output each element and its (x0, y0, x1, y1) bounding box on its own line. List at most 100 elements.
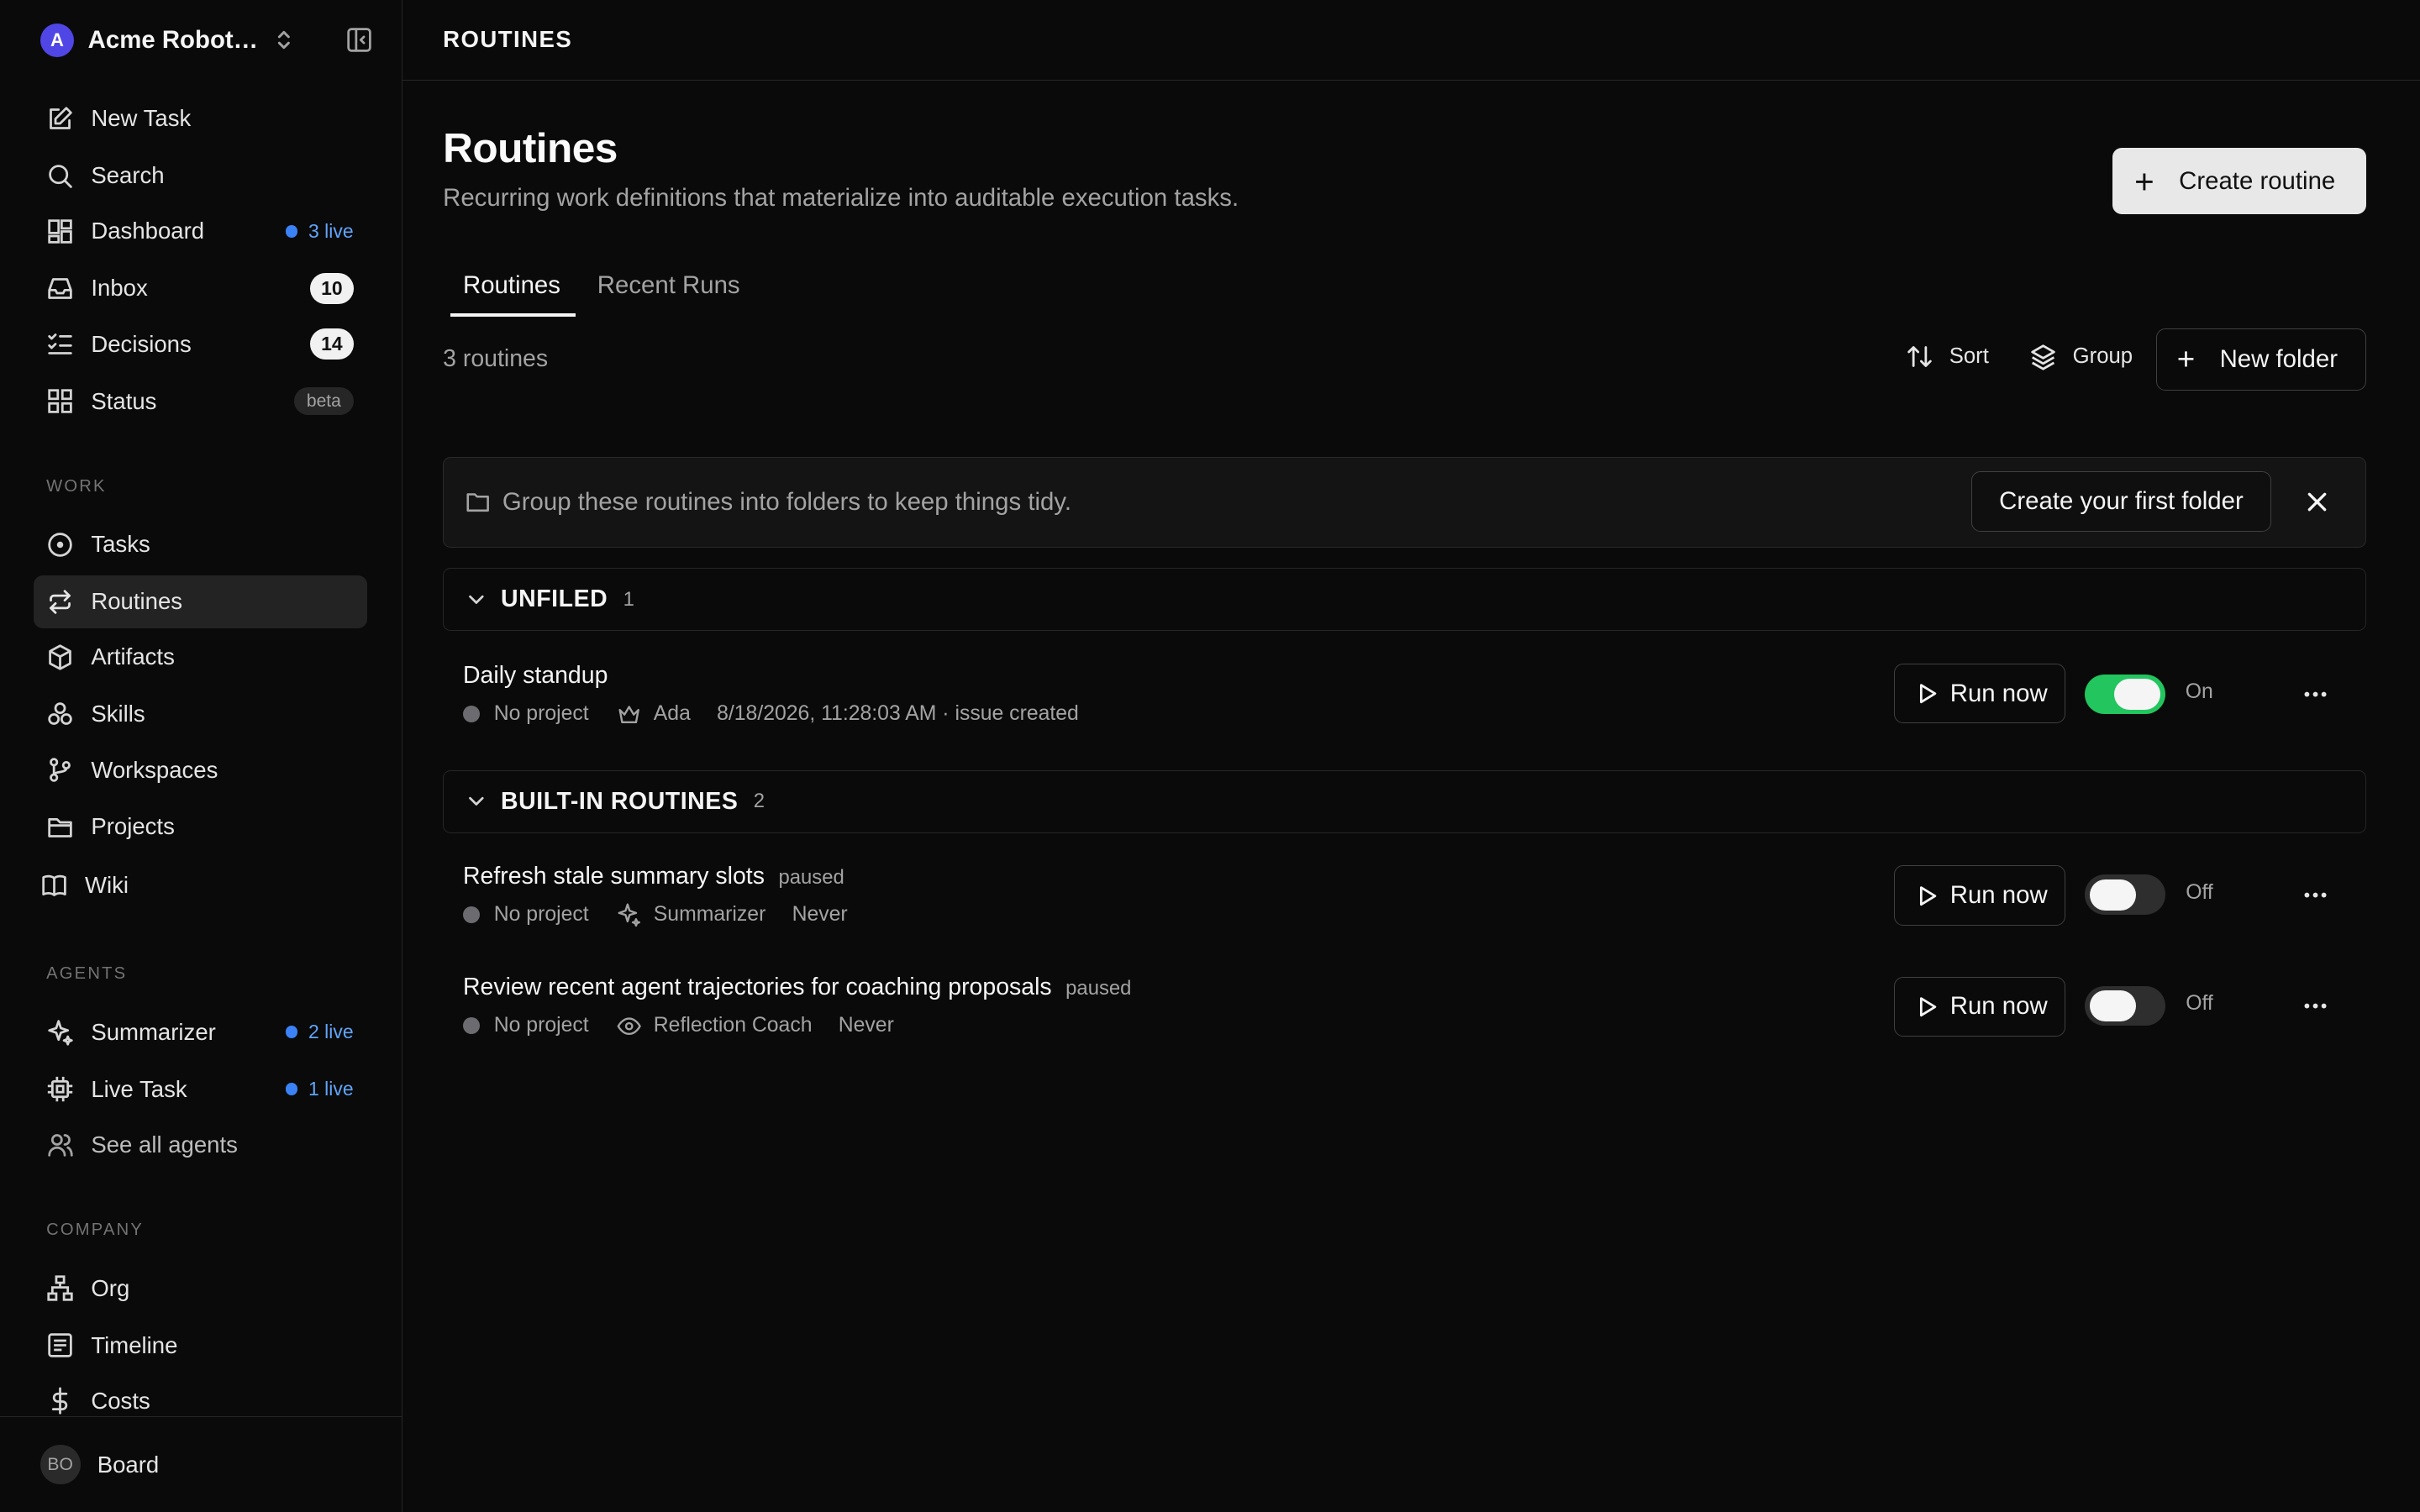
users-icon (48, 1134, 73, 1158)
toggle-knob (2089, 990, 2136, 1021)
crown-icon (618, 706, 639, 723)
run-now-button[interactable]: Run now (1893, 976, 2065, 1037)
sidebar-item-label: Costs (91, 1387, 150, 1414)
project-label: No project (493, 1014, 589, 1037)
enable-toggle[interactable] (2085, 874, 2165, 916)
sidebar-item-workspaces[interactable]: Workspaces (34, 743, 367, 795)
sidebar-item-dashboard[interactable]: Dashboard 3 live (34, 205, 367, 257)
sidebar-item-new-task[interactable]: New Task (34, 92, 367, 144)
sidebar-item-label: Inbox (91, 275, 148, 302)
workspace-switcher[interactable]: A Acme Robotics (39, 22, 374, 59)
project-dot (463, 706, 481, 723)
workspace-name: Acme Robotics (87, 25, 261, 54)
sidebar-item-search[interactable]: Search (34, 150, 367, 202)
sidebar-item-routines[interactable]: Routines (34, 575, 368, 628)
sidebar-item-tasks[interactable]: Tasks (34, 518, 367, 570)
sidebar-item-artifacts[interactable]: Artifacts (34, 631, 367, 683)
run-now-button[interactable]: Run now (1893, 663, 2065, 724)
toggle-knob (2089, 879, 2136, 911)
book-icon (42, 874, 66, 896)
sidebar-item-live-task[interactable]: Live Task 1 live (34, 1063, 367, 1115)
project-dot (463, 1017, 481, 1035)
live-count: 3 live (308, 219, 354, 242)
page-title: Routines (443, 123, 618, 171)
sidebar-item-label: Wiki (84, 872, 129, 899)
create-routine-button[interactable]: + Create routine (2112, 148, 2366, 215)
box-icon (49, 644, 71, 670)
sidebar-item-label: Live Task (91, 1075, 187, 1102)
group-header-unfiled[interactable]: UNFILED 1 (443, 567, 2366, 632)
group-name: UNFILED (501, 585, 608, 613)
sidebar-item-label: Search (91, 162, 165, 189)
breadcrumb: ROUTINES (443, 26, 573, 53)
more-icon[interactable] (2302, 992, 2329, 1020)
sidebar-item-wiki[interactable]: Wiki (28, 859, 361, 911)
avatar: BO (39, 1444, 81, 1485)
timeline-icon (48, 1333, 72, 1357)
sidebar-item-status[interactable]: Status beta (34, 375, 367, 427)
count-badge: 14 (310, 328, 354, 360)
sidebar-item-label: Tasks (91, 531, 150, 558)
sidebar-item-see-all-agents[interactable]: See all agents (34, 1119, 367, 1171)
sidebar-item-label: Artifacts (91, 643, 175, 670)
tab-active-underline (450, 312, 576, 317)
paused-tag: paused (1065, 976, 1132, 1000)
plus-icon: + (2176, 341, 2196, 376)
project-label: No project (493, 702, 589, 726)
routine-row[interactable]: Review recent agent trajectories for coa… (443, 974, 2366, 1054)
routine-row[interactable]: Refresh stale summary slots paused No pro… (443, 863, 2366, 943)
toggle-knob (2114, 679, 2161, 710)
sidebar-footer-user[interactable]: BO Board (0, 1416, 402, 1512)
sidebar-item-timeline[interactable]: Timeline (34, 1319, 367, 1371)
sort-label: Sort (1949, 344, 1989, 368)
chevron-updown-icon (277, 31, 290, 50)
last-run: Never (838, 1014, 894, 1037)
play-icon (1919, 684, 1936, 704)
dashboard-icon (48, 219, 72, 244)
sidebar-item-decisions[interactable]: Decisions 14 (34, 318, 367, 370)
hint-text: Group these routines into folders to kee… (502, 488, 1072, 517)
create-first-folder-button[interactable]: Create your first folder (1971, 471, 2271, 532)
sidebar-item-org[interactable]: Org (34, 1262, 367, 1314)
sidebar-item-skills[interactable]: Skills (34, 688, 367, 740)
tab-routines[interactable]: Routines (463, 271, 560, 300)
more-icon[interactable] (2302, 680, 2329, 708)
sidebar-collapse-icon[interactable] (345, 26, 373, 54)
toggle-state: Off (2186, 991, 2213, 1015)
tab-recent-runs[interactable]: Recent Runs (597, 271, 740, 300)
toggle-state: On (2185, 680, 2213, 703)
more-icon[interactable] (2302, 881, 2329, 909)
group-count: 1 (623, 587, 634, 611)
last-run: Never (792, 903, 848, 927)
sidebar-item-label: Dashboard (91, 218, 205, 244)
close-icon[interactable] (2303, 488, 2331, 516)
create-routine-label: Create routine (2179, 166, 2336, 195)
sidebar-item-summarizer[interactable]: Summarizer 2 live (34, 1006, 367, 1058)
sort-icon (1907, 345, 1933, 367)
sort-button[interactable]: Sort (1906, 343, 1989, 370)
sidebar-item-projects[interactable]: Projects (34, 801, 367, 853)
sidebar-item-label: Org (91, 1274, 130, 1301)
live-count: 2 live (308, 1021, 354, 1043)
main-content: ROUTINES Routines Recurring work definit… (402, 0, 2420, 1512)
new-folder-button[interactable]: + New folder (2155, 328, 2366, 391)
agent-label: Summarizer (653, 903, 766, 927)
chevron-down-icon (468, 797, 484, 806)
sidebar-item-label: Summarizer (91, 1018, 216, 1045)
enable-toggle[interactable] (2085, 674, 2165, 715)
chevron-down-icon (468, 595, 484, 604)
sidebar-item-inbox[interactable]: Inbox 10 (34, 262, 367, 314)
run-now-button[interactable]: Run now (1893, 865, 2065, 926)
agent-label: Reflection Coach (653, 1014, 813, 1037)
run-now-label: Run now (1949, 679, 2048, 707)
sidebar-item-label: Timeline (91, 1331, 178, 1358)
routine-row[interactable]: Daily standup No project Ada 8/18/2026, … (443, 662, 2366, 743)
org-icon (47, 1275, 73, 1301)
search-icon (49, 165, 72, 188)
sidebar: A Acme Robotics New Task Search Dashboar… (0, 0, 403, 1512)
group-button[interactable]: Group (2029, 343, 2133, 370)
group-header-built-in[interactable]: BUILT-IN ROUTINES 2 (443, 769, 2366, 833)
sidebar-item-label: Routines (91, 588, 183, 615)
live-badge: 1 live (285, 1078, 354, 1100)
enable-toggle[interactable] (2085, 985, 2165, 1026)
